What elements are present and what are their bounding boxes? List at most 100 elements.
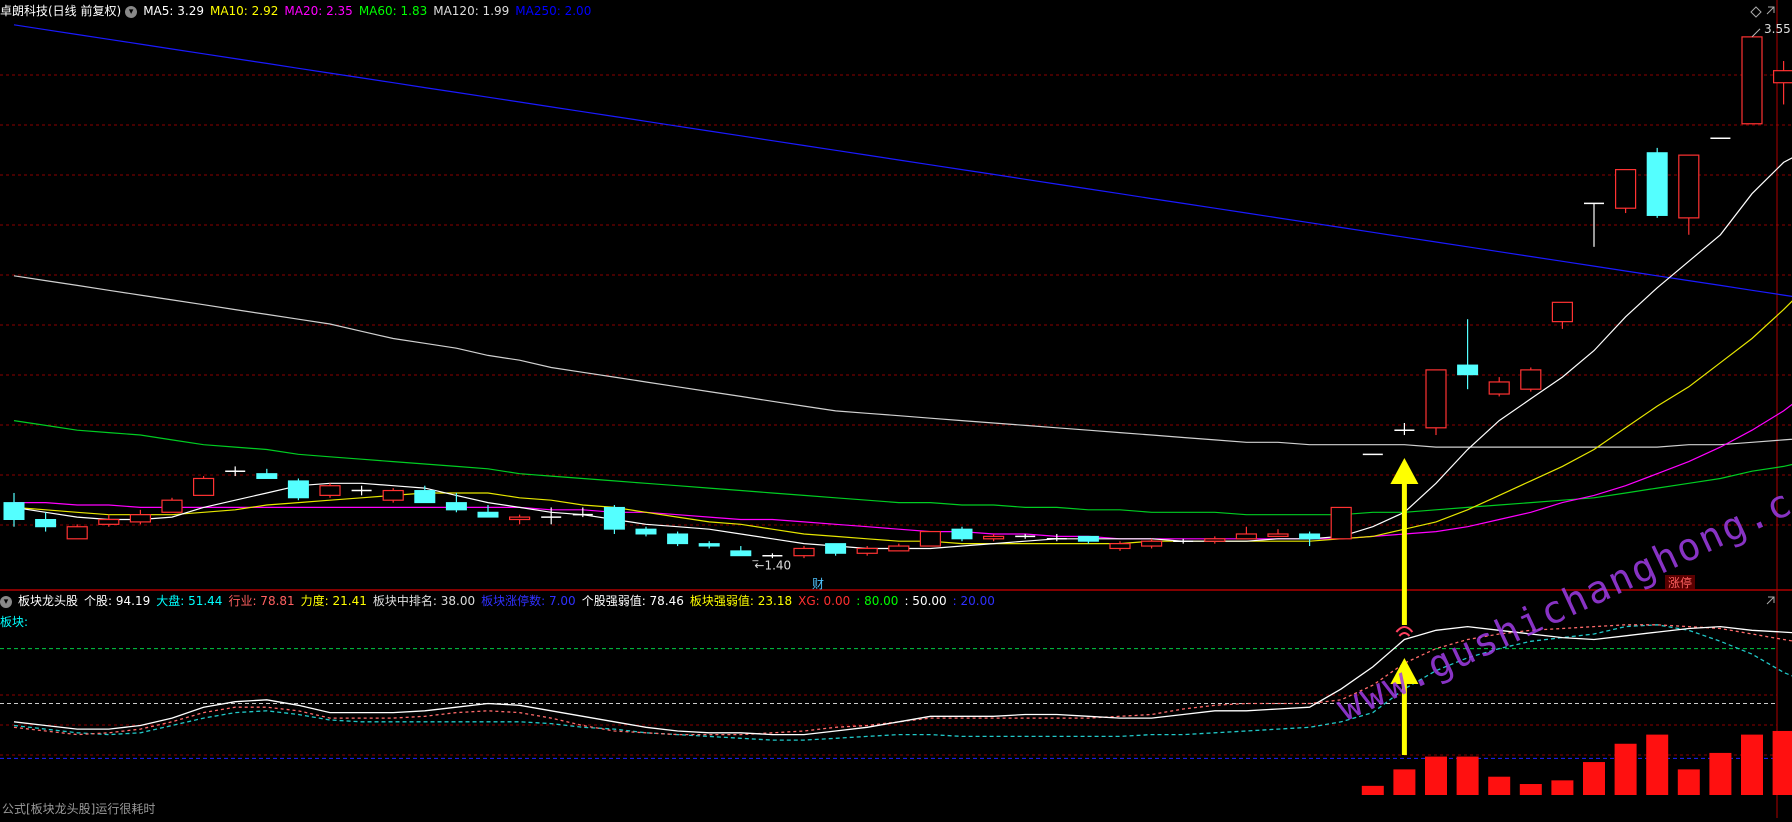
signal-icon bbox=[1395, 625, 1414, 637]
metric-2: 行业: 78.81 bbox=[228, 594, 295, 608]
arrow-main-head bbox=[1390, 458, 1419, 484]
metric-7: 板块强弱值: 23.18 bbox=[689, 594, 793, 608]
candle-down[interactable] bbox=[951, 528, 973, 540]
ma-legend-0: MA5: 3.29 bbox=[143, 4, 204, 18]
indicator-bar bbox=[1677, 769, 1700, 795]
metric-10: : 50.00 bbox=[904, 594, 947, 608]
metric-8: XG: 0.00 bbox=[798, 594, 851, 608]
candle-down[interactable] bbox=[1457, 364, 1479, 376]
indicator-metrics: 个股: 94.19 大盘: 51.44 行业: 78.81 力度: 21.41 板块中排… bbox=[84, 594, 1001, 608]
formula-status: 公式[板块龙头股]运行很耗时 bbox=[2, 802, 156, 816]
candle-up[interactable] bbox=[66, 526, 88, 540]
stock-chart-window[interactable]: 3.55 ←1.40 财涨停 卓朗科技(日线 前复权) ▾ MA5: 3.29 MA10:… bbox=[0, 0, 1792, 818]
indicator-bar bbox=[1709, 752, 1732, 795]
candle-down[interactable] bbox=[445, 502, 467, 511]
candle-up[interactable] bbox=[319, 485, 341, 496]
candle-down[interactable] bbox=[1077, 535, 1099, 542]
chevron-down-icon[interactable]: ▾ bbox=[0, 595, 12, 608]
ma120-line bbox=[13, 275, 1792, 448]
indicator-bar bbox=[1614, 743, 1637, 795]
metric-0: 个股: 94.19 bbox=[84, 594, 151, 608]
candlestick-series[interactable] bbox=[3, 36, 1792, 559]
indicator-bar bbox=[1519, 784, 1542, 795]
high-marker bbox=[1751, 28, 1761, 38]
candle-down[interactable] bbox=[35, 519, 57, 528]
candle-up[interactable] bbox=[919, 530, 942, 547]
candle-up[interactable] bbox=[1140, 540, 1163, 547]
grid-layer bbox=[0, 0, 1792, 818]
candle-up[interactable] bbox=[1741, 36, 1763, 125]
chevron-down-icon[interactable]: ▾ bbox=[125, 5, 138, 18]
candle-down[interactable] bbox=[603, 506, 625, 530]
indicator-bar bbox=[1772, 730, 1792, 795]
candle-down[interactable] bbox=[698, 543, 720, 547]
candle-up[interactable] bbox=[1488, 381, 1510, 395]
candle-down[interactable] bbox=[477, 511, 499, 518]
moving-average-lines bbox=[13, 24, 1792, 550]
candle-up[interactable] bbox=[1520, 369, 1542, 390]
candle-down[interactable] bbox=[635, 528, 657, 535]
diamond-icon[interactable] bbox=[1750, 6, 1762, 18]
sector-label: 板块: bbox=[0, 615, 29, 629]
indicator-bar bbox=[1551, 780, 1574, 795]
candle-up[interactable] bbox=[888, 545, 910, 552]
ma-legend-2: MA20: 2.35 bbox=[284, 4, 353, 18]
candle-up[interactable] bbox=[1204, 538, 1226, 542]
candle-up[interactable] bbox=[1772, 70, 1792, 84]
metric-3: 力度: 21.41 bbox=[300, 594, 367, 608]
candle-down[interactable] bbox=[1646, 152, 1668, 216]
ma-legend-items: MA5: 3.29 MA10: 2.92 MA20: 2.35 MA60: 1.83 M… bbox=[143, 4, 597, 18]
metric-4: 板块中排名: 38.00 bbox=[372, 594, 476, 608]
metric-6: 个股强弱值: 78.46 bbox=[581, 594, 684, 608]
indicator-legend: ▾ 板块龙头股 个股: 94.19 大盘: 51.44 行业: 78.81 力度: 21.… bbox=[0, 592, 1001, 610]
indicator-bar bbox=[1741, 734, 1763, 795]
stock-name[interactable]: 卓朗科技(日线 前复权) bbox=[0, 4, 121, 18]
candle-up[interactable] bbox=[509, 516, 531, 521]
indicator-bar bbox=[1646, 734, 1669, 795]
candle-up[interactable] bbox=[193, 477, 215, 496]
ma250-line bbox=[13, 24, 1792, 297]
indicator-bar bbox=[1583, 762, 1605, 795]
candle-up[interactable] bbox=[1267, 533, 1289, 537]
candle-down[interactable] bbox=[256, 473, 278, 479]
candle-down[interactable] bbox=[287, 480, 309, 499]
metric-11: : 20.00 bbox=[952, 594, 995, 608]
candle-up[interactable] bbox=[1614, 169, 1637, 209]
candle-down[interactable] bbox=[3, 502, 25, 521]
candle-up[interactable] bbox=[161, 499, 183, 513]
annotation-layer: 3.55←1.40财 涨停 bbox=[752, 6, 1791, 755]
candle-down[interactable] bbox=[825, 543, 847, 554]
indicator-bar bbox=[1456, 756, 1479, 795]
candle-up[interactable] bbox=[98, 518, 120, 525]
ma-legend-4: MA120: 1.99 bbox=[433, 4, 510, 18]
indicator-bar bbox=[1393, 769, 1416, 795]
candle-down[interactable] bbox=[730, 550, 752, 557]
candle-up[interactable] bbox=[856, 547, 878, 554]
candle-up[interactable] bbox=[793, 547, 815, 557]
indicator-name[interactable]: 板块龙头股 bbox=[18, 594, 78, 608]
candle-up[interactable] bbox=[1425, 369, 1447, 429]
candle-up[interactable] bbox=[982, 535, 1005, 540]
ma-legend-3: MA60: 1.83 bbox=[358, 4, 428, 18]
sector-label-row: 板块: bbox=[0, 613, 34, 631]
indicator-bar bbox=[1361, 785, 1384, 795]
indicator-bar bbox=[1488, 776, 1511, 795]
candle-up[interactable] bbox=[1109, 543, 1131, 550]
candle-up[interactable] bbox=[1330, 506, 1352, 540]
expand-icon[interactable] bbox=[1766, 596, 1775, 605]
finance-marker[interactable]: 财 bbox=[812, 577, 824, 591]
candle-up[interactable] bbox=[1678, 154, 1700, 219]
candle-up[interactable] bbox=[382, 489, 404, 501]
ma60-line bbox=[13, 420, 1792, 516]
candle-down[interactable] bbox=[1299, 533, 1321, 540]
candle-up[interactable] bbox=[1551, 301, 1574, 323]
candle-down[interactable] bbox=[414, 490, 436, 504]
candle-up[interactable] bbox=[129, 514, 151, 523]
indicator-bar bbox=[1425, 756, 1447, 795]
chart-canvas[interactable]: 3.55←1.40财 涨停 bbox=[0, 0, 1792, 818]
candle-down[interactable] bbox=[667, 533, 689, 545]
expand-icon[interactable] bbox=[1766, 6, 1775, 15]
candle-up[interactable] bbox=[1235, 533, 1258, 540]
ma20-line bbox=[14, 403, 1792, 540]
high-price-label: 3.55 bbox=[1764, 22, 1791, 36]
